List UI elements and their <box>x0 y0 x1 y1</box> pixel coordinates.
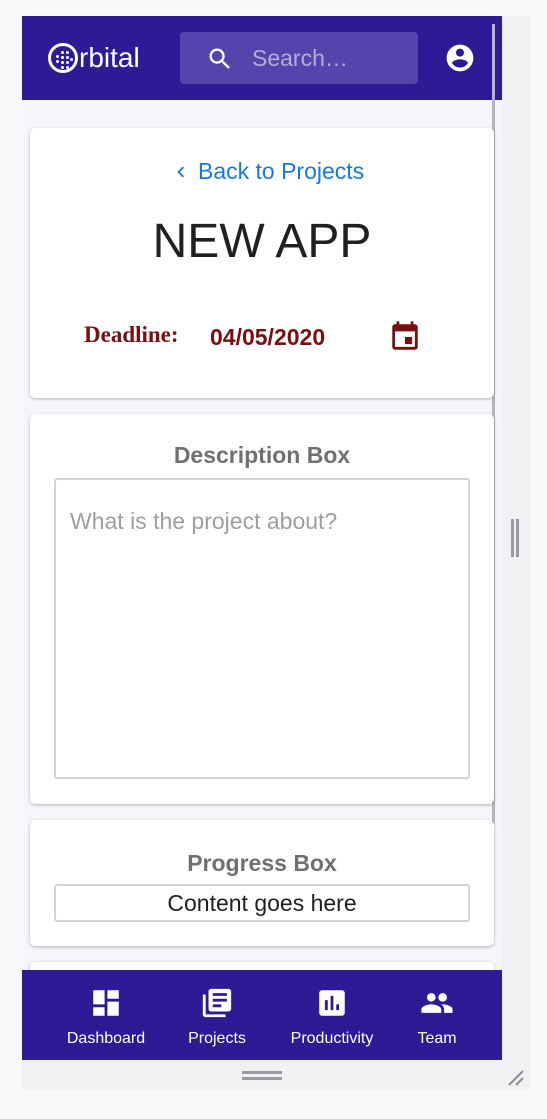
logo-text: rbital <box>79 42 140 73</box>
corner-resize-icon[interactable] <box>506 1068 526 1088</box>
dashboard-icon <box>93 990 119 1016</box>
description-textarea[interactable] <box>54 478 470 779</box>
account-icon[interactable] <box>444 42 476 74</box>
deadline-label: Deadline: <box>84 322 179 347</box>
deadline-value[interactable]: 04/05/2020 <box>210 324 325 351</box>
nav-item-team[interactable]: Team <box>414 970 460 1060</box>
back-to-projects-link[interactable]: Back to Projects <box>170 158 364 185</box>
search-input[interactable] <box>252 32 412 84</box>
nav-item-productivity[interactable]: Productivity <box>286 970 378 1060</box>
progress-box-title: Progress Box <box>187 850 337 876</box>
bottom-navigation: Dashboard Projects Productivity Team <box>22 970 502 1060</box>
top-app-bar: rbital <box>22 16 502 100</box>
search-icon[interactable] <box>206 45 234 73</box>
horizontal-resize-handle[interactable] <box>511 519 519 557</box>
people-icon <box>421 993 453 1013</box>
nav-item-dashboard[interactable]: Dashboard <box>66 970 146 1060</box>
nav-label-dashboard: Dashboard <box>66 1030 146 1047</box>
project-header-card: Back to Projects NEW APP Deadline: 04/05… <box>30 128 494 398</box>
progress-box-content: Content goes here <box>54 884 470 922</box>
description-box-card: Description Box <box>30 414 494 804</box>
nav-item-projects[interactable]: Projects <box>182 970 252 1060</box>
nav-label-projects: Projects <box>188 1030 246 1047</box>
nav-label-team: Team <box>417 1030 457 1047</box>
orbital-logo-icon <box>48 43 78 73</box>
search-bar[interactable] <box>180 32 418 84</box>
chevron-left-icon <box>177 166 185 177</box>
back-link-label: Back to Projects <box>198 158 365 184</box>
vertical-resize-handle[interactable] <box>242 1071 282 1080</box>
nav-label-productivity: Productivity <box>290 1030 374 1047</box>
project-title: NEW APP <box>152 215 372 268</box>
progress-box-card: Progress Box Content goes here <box>30 820 494 946</box>
bar-chart-icon <box>319 990 345 1016</box>
app-viewport: rbital Back to Projects NEW APP Deadline… <box>22 16 502 1060</box>
description-box-title: Description Box <box>173 442 351 468</box>
projects-icon <box>202 988 232 1018</box>
calendar-icon[interactable] <box>388 320 422 354</box>
app-logo[interactable]: rbital <box>48 40 140 76</box>
